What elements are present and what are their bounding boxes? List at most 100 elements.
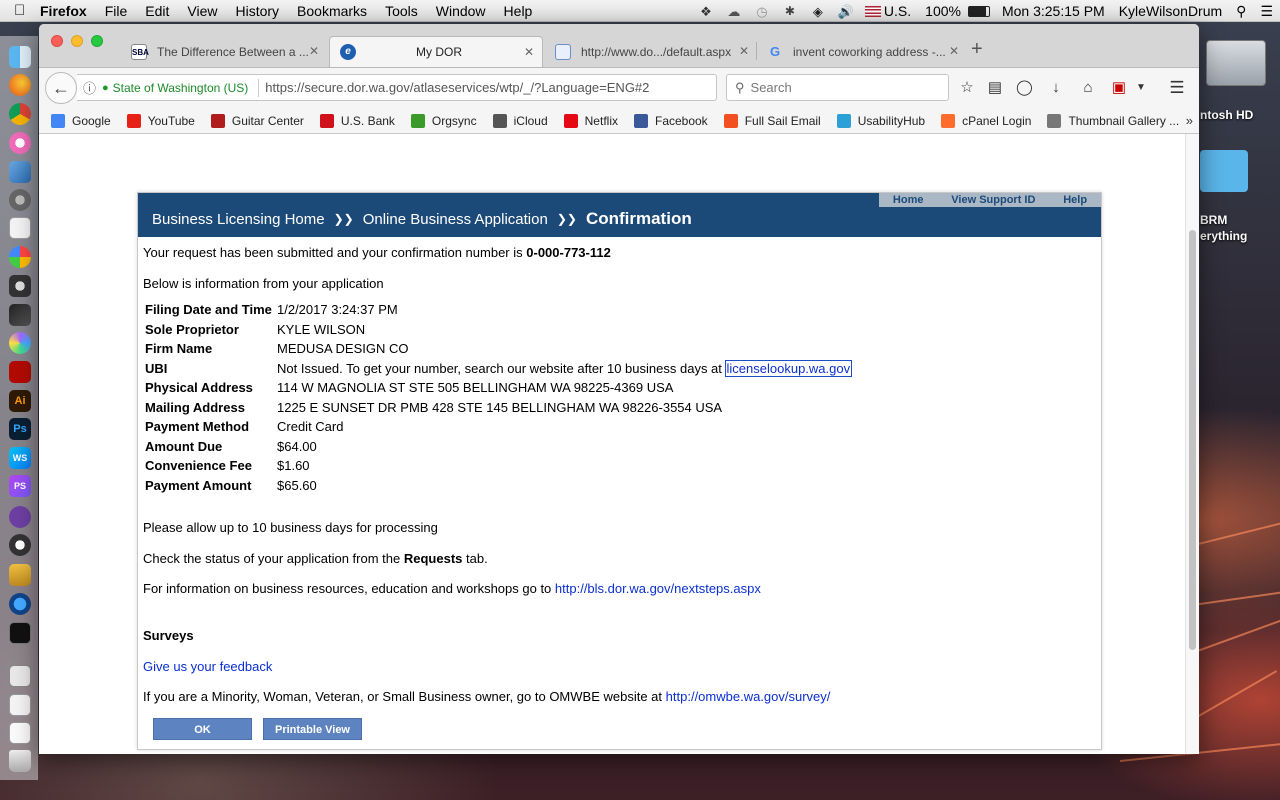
minimize-window-button[interactable] xyxy=(71,35,83,47)
close-tab-icon[interactable]: ✕ xyxy=(309,44,319,58)
scrollbar-thumb[interactable] xyxy=(1189,230,1196,650)
bookmarks-menu-icon[interactable]: ▤ xyxy=(987,80,1003,96)
top-link-view-support-id[interactable]: View Support ID xyxy=(951,193,1035,207)
menu-tools[interactable]: Tools xyxy=(376,3,427,19)
license-lookup-link[interactable]: licenselookup.wa.gov xyxy=(724,360,853,377)
menu-edit[interactable]: Edit xyxy=(136,3,178,19)
documents-stack-dock-icon[interactable] xyxy=(9,694,31,716)
menu-app-name[interactable]: Firefox xyxy=(40,3,96,19)
close-tab-icon[interactable]: ✕ xyxy=(949,44,959,58)
firefox-dock-icon[interactable] xyxy=(9,74,31,96)
itunes-dock-icon[interactable] xyxy=(9,132,31,154)
bookmark-item[interactable]: Orgsync xyxy=(410,113,477,128)
database-dock-icon[interactable] xyxy=(9,564,31,586)
quicktime-dock-icon[interactable] xyxy=(9,593,31,615)
top-link-help[interactable]: Help xyxy=(1063,193,1087,207)
breadcrumb-application[interactable]: Online Business Application xyxy=(363,211,548,228)
bluetooth-icon[interactable]: ✱ xyxy=(781,4,799,18)
url-text[interactable]: https://secure.dor.wa.gov/atlaseservices… xyxy=(265,80,649,95)
webstorm-dock-icon[interactable]: WS xyxy=(9,447,31,469)
trash-dock-icon[interactable] xyxy=(9,750,31,772)
bookmark-item[interactable]: cPanel Login xyxy=(941,113,1031,128)
tab-google-search[interactable]: G invent coworking address -... ✕ xyxy=(757,36,967,67)
hamburger-menu-icon[interactable]: ☰ xyxy=(1169,79,1185,96)
terminal-dock-icon[interactable] xyxy=(9,622,31,644)
final-cut-dock-icon[interactable] xyxy=(9,304,31,326)
page-scrollbar[interactable] xyxy=(1185,134,1199,754)
creative-cloud-icon[interactable]: ☁ xyxy=(725,4,743,19)
volume-icon[interactable]: 🔊 xyxy=(837,4,855,19)
bookmark-item[interactable]: U.S. Bank xyxy=(319,113,395,128)
tab-sba[interactable]: SBA The Difference Between a ... ✕ xyxy=(121,36,327,67)
pocket-icon[interactable]: ◯ xyxy=(1016,80,1033,96)
github-dock-icon[interactable] xyxy=(9,506,31,528)
extension-icon[interactable]: ▣ xyxy=(1111,80,1127,96)
bookmark-item[interactable]: Full Sail Email xyxy=(723,113,821,128)
dropbox-icon[interactable]: ❖ xyxy=(697,4,715,19)
menu-view[interactable]: View xyxy=(178,3,226,19)
apple-menu-icon[interactable]:  xyxy=(14,2,40,19)
top-link-home[interactable]: Home xyxy=(893,193,924,207)
bookmark-item[interactable]: Google xyxy=(51,113,111,128)
printable-view-button[interactable]: Printable View xyxy=(263,718,362,740)
notification-center-icon[interactable]: ☰ xyxy=(1253,3,1280,20)
breadcrumb-home[interactable]: Business Licensing Home xyxy=(152,211,325,228)
bookmark-item[interactable]: UsabilityHub xyxy=(836,113,925,128)
battery-icon[interactable] xyxy=(967,5,990,17)
close-tab-icon[interactable]: ✕ xyxy=(739,44,749,58)
more-bookmarks-icon[interactable]: » xyxy=(1186,113,1193,128)
system-preferences-dock-icon[interactable] xyxy=(9,189,31,211)
photos-dock-icon[interactable] xyxy=(9,246,31,268)
preview-dock-icon[interactable] xyxy=(9,161,31,183)
motion-dock-icon[interactable] xyxy=(9,332,31,354)
wifi-icon[interactable]: ◈ xyxy=(809,4,827,19)
photoshop-dock-icon[interactable]: Ps xyxy=(9,418,31,440)
sequel-pro-dock-icon[interactable] xyxy=(9,534,31,556)
file-stack-dock-icon[interactable] xyxy=(9,722,31,744)
tab-dor-default[interactable]: http://www.do.../default.aspx ✕ xyxy=(545,36,757,67)
zoom-window-button[interactable] xyxy=(91,35,103,47)
menu-help[interactable]: Help xyxy=(495,3,542,19)
url-bar[interactable]: ⓘ ● State of Washington (US) https://sec… xyxy=(77,74,746,101)
phpstorm-dock-icon[interactable]: PS xyxy=(9,475,31,497)
brm-folder-desktop-icon[interactable]: BRM erything xyxy=(1200,150,1280,244)
input-source-label[interactable]: U.S. xyxy=(884,3,918,19)
menubar-clock[interactable]: Mon 3:25:15 PM xyxy=(995,3,1112,19)
illustrator-dock-icon[interactable]: Ai xyxy=(9,390,31,412)
site-info-icon[interactable]: ⓘ xyxy=(83,78,96,97)
home-icon[interactable]: ⌂ xyxy=(1080,80,1096,96)
menu-bookmarks[interactable]: Bookmarks xyxy=(288,3,376,19)
bookmark-item[interactable]: Netflix xyxy=(563,113,618,128)
battery-percent[interactable]: 100% xyxy=(918,3,963,19)
disk-utility-dock-icon[interactable] xyxy=(9,275,31,297)
feedback-link[interactable]: Give us your feedback xyxy=(143,659,272,674)
back-button[interactable]: ← xyxy=(45,72,77,104)
menu-file[interactable]: File xyxy=(96,3,137,19)
bookmark-item[interactable]: Guitar Center xyxy=(210,113,304,128)
ok-button[interactable]: OK xyxy=(153,718,252,740)
finder-dock-icon[interactable] xyxy=(9,46,31,68)
new-tab-button[interactable]: + xyxy=(971,38,983,61)
us-flag-icon[interactable] xyxy=(864,5,881,17)
extension-dropdown-icon[interactable]: ▼ xyxy=(1133,80,1149,96)
spotlight-search-icon[interactable]: ⚲ xyxy=(1229,3,1253,20)
close-window-button[interactable] xyxy=(51,35,63,47)
hard-drive-desktop-icon[interactable]: ntosh HD xyxy=(1200,40,1280,122)
chrome-dock-icon[interactable] xyxy=(9,103,31,125)
bookmark-item[interactable]: YouTube xyxy=(126,113,195,128)
close-tab-icon[interactable]: ✕ xyxy=(524,45,534,59)
menubar-user[interactable]: KyleWilsonDrum xyxy=(1112,3,1229,19)
menu-history[interactable]: History xyxy=(226,3,288,19)
search-input[interactable]: ⚲ Search xyxy=(726,74,949,101)
next-steps-link[interactable]: http://bls.dor.wa.gov/nextsteps.aspx xyxy=(555,581,761,596)
bookmark-star-icon[interactable]: ☆ xyxy=(959,80,975,96)
bookmark-item[interactable]: iCloud xyxy=(492,113,548,128)
tab-my-dor[interactable]: e My DOR ✕ xyxy=(329,36,543,67)
time-machine-icon[interactable]: ◷ xyxy=(753,4,771,19)
downloads-stack-dock-icon[interactable] xyxy=(9,665,31,687)
bookmark-item[interactable]: Facebook xyxy=(633,113,708,128)
menu-window[interactable]: Window xyxy=(427,3,495,19)
downloads-icon[interactable]: ↓ xyxy=(1048,80,1064,96)
textedit-dock-icon[interactable] xyxy=(9,217,31,239)
bookmark-item[interactable]: Thumbnail Gallery ... xyxy=(1047,113,1179,128)
